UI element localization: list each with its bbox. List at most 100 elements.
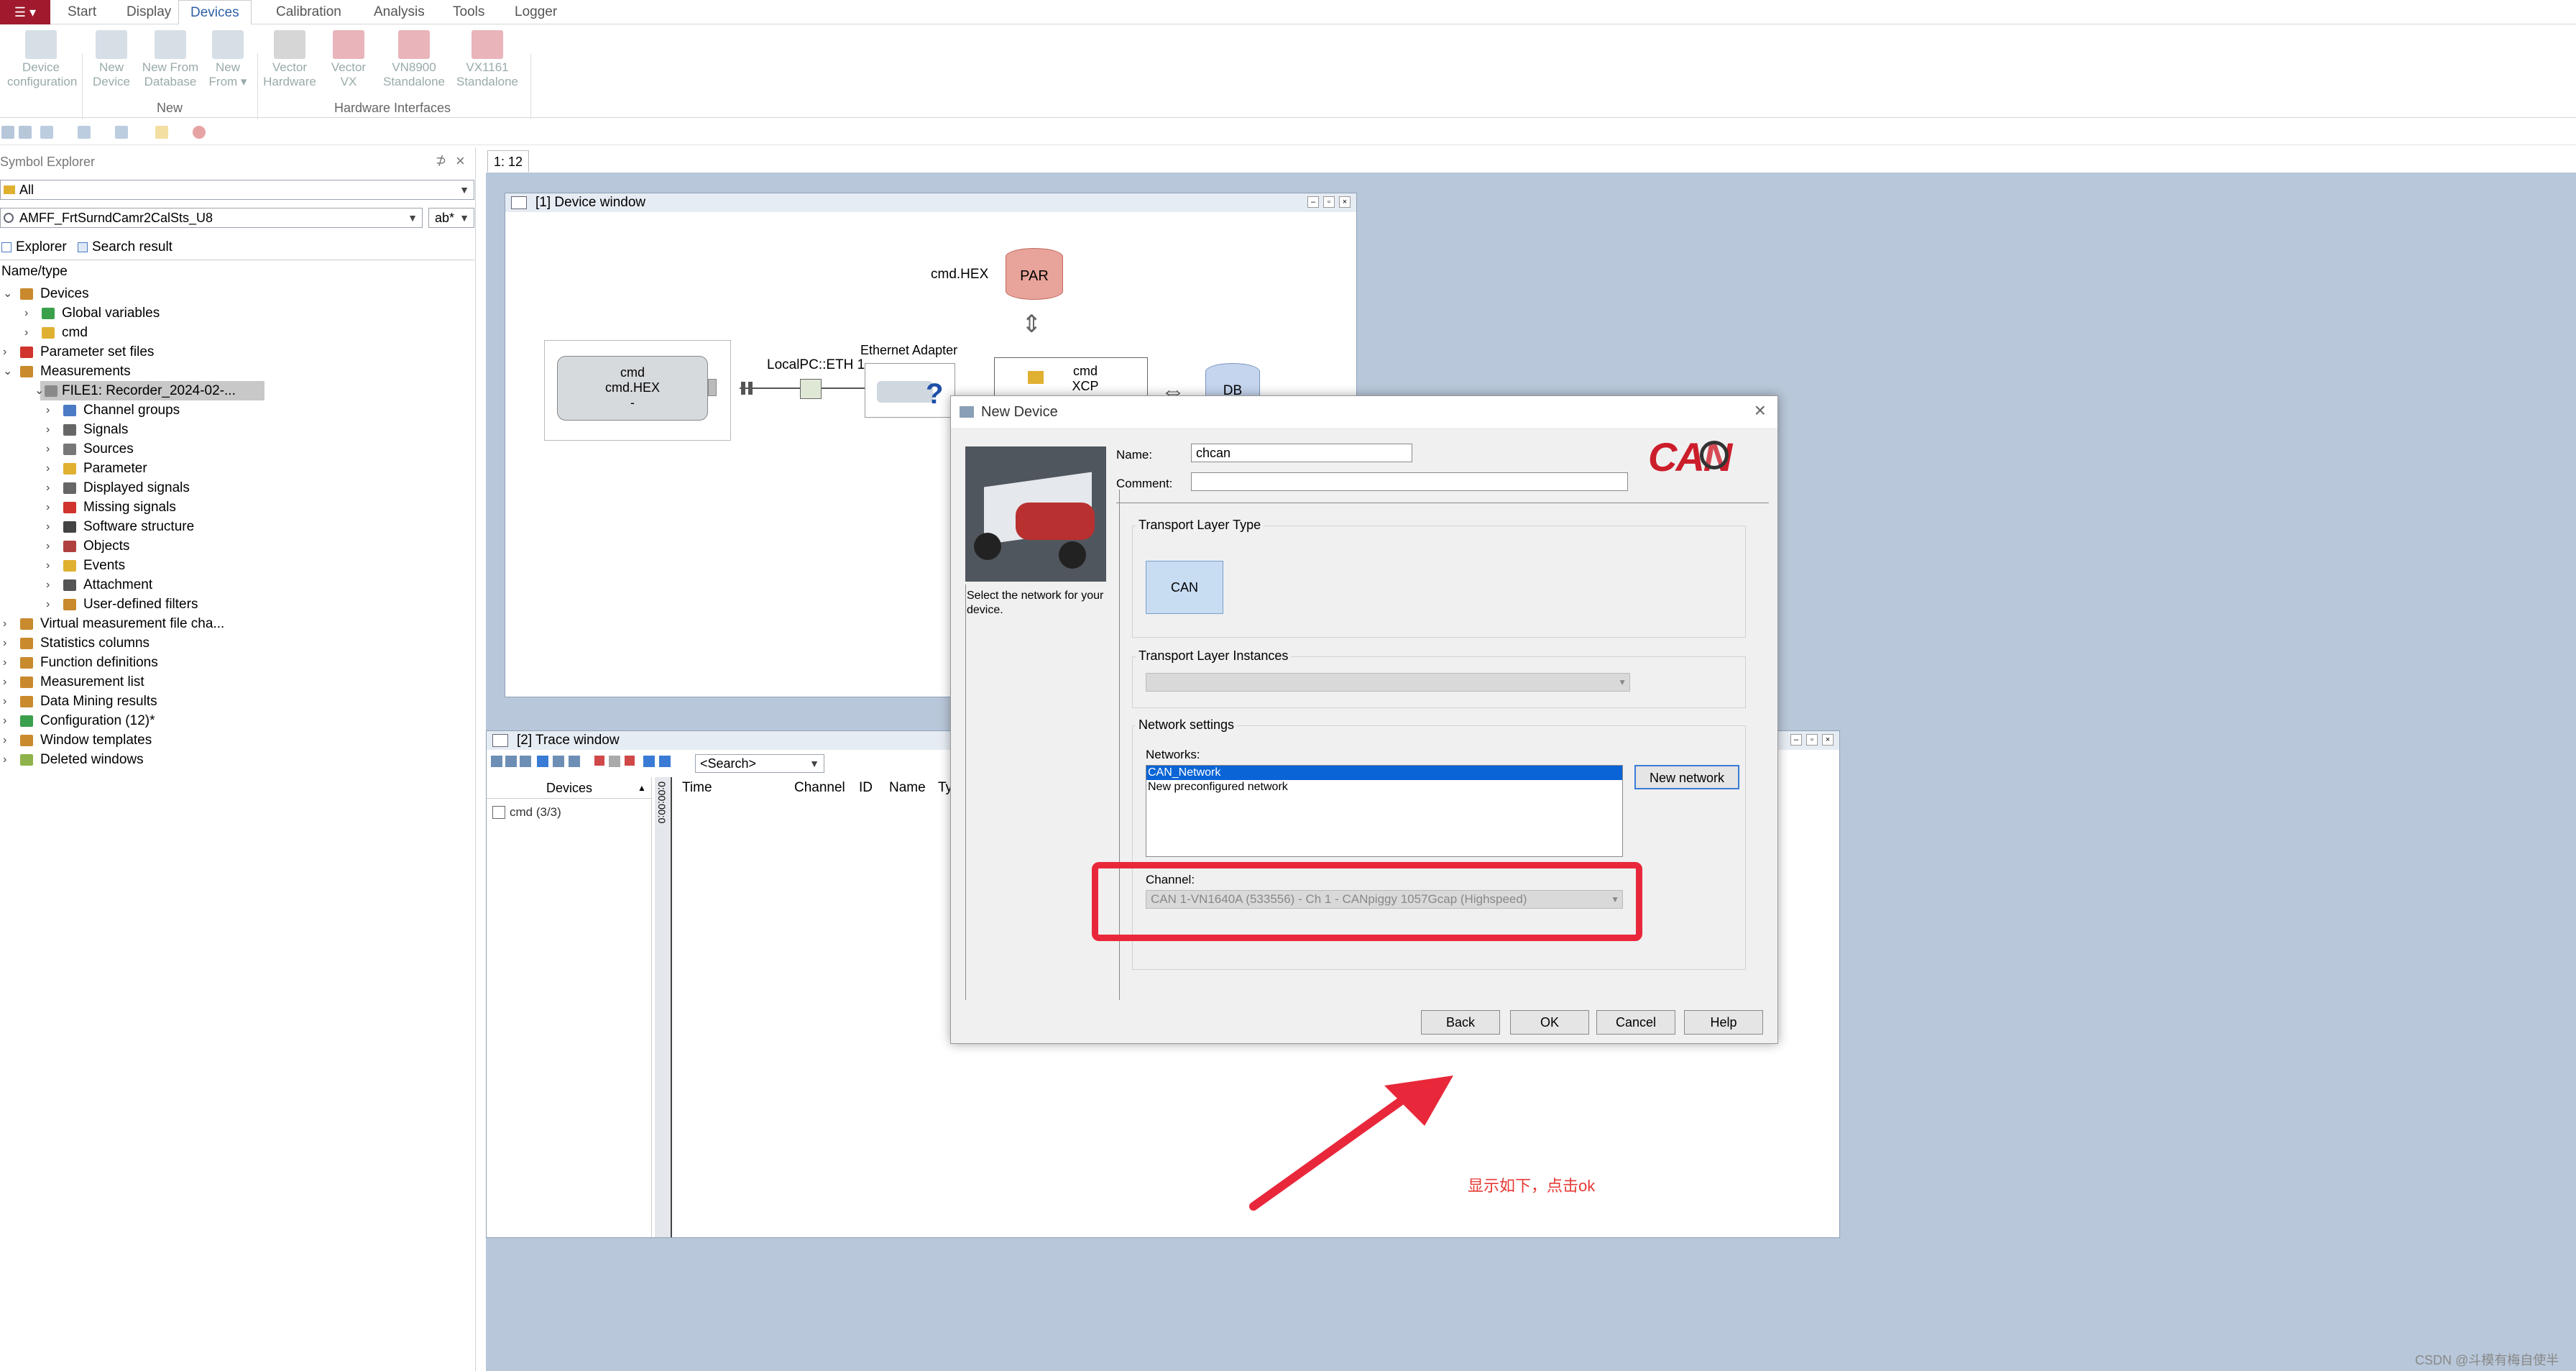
bulb-icon[interactable] [155,126,168,139]
vector-vx-button[interactable]: Vector VX [322,27,375,89]
minimize-button[interactable]: – [1307,196,1319,208]
tree-item[interactable]: › Events [0,556,474,575]
app-menu-button[interactable]: ☰ ▾ [0,0,50,24]
chevron-right-icon[interactable]: › [24,323,28,342]
transport-can-button[interactable]: CAN [1146,561,1223,614]
network-item-preconfigured[interactable]: New preconfigured network [1146,780,1622,794]
toolbar-icon[interactable] [505,756,517,767]
tree-item[interactable]: › Software structure [0,517,474,536]
chevron-right-icon[interactable]: › [3,342,6,362]
document-tab[interactable]: 1: 12 [487,150,530,172]
chevron-right-icon[interactable]: › [46,575,50,595]
tree-item[interactable]: ⌄ Devices [0,284,474,303]
toolbar-icon[interactable] [643,756,655,767]
tab-logger[interactable]: Logger [515,0,557,24]
network-item-can-network[interactable]: CAN_Network [1146,766,1622,780]
pin-icon[interactable]: ⊅ [436,153,446,168]
chevron-right-icon[interactable]: › [46,517,50,536]
toolbar-icon[interactable] [537,756,548,767]
collapse-icon[interactable]: ▲ [638,777,646,799]
tab-display[interactable]: Display [126,0,171,24]
vx1161-standalone-button[interactable]: VX1161 Standalone [454,27,520,89]
trace-search-input[interactable]: <Search> ▼ [695,754,824,773]
filter-combo[interactable]: All ▼ [0,180,474,200]
tree-item[interactable]: › cmd [0,323,474,342]
record-icon[interactable] [193,126,206,139]
chevron-right-icon[interactable]: › [3,711,6,730]
help-button[interactable]: Help [1684,1010,1763,1035]
tree-item[interactable]: › Attachment [0,575,474,595]
cancel-button[interactable]: Cancel [1596,1010,1675,1035]
vector-hardware-button[interactable]: Vector Hardware [263,27,316,89]
tab-start[interactable]: Start [68,0,96,24]
toolbar-icon[interactable] [491,756,502,767]
networks-list[interactable]: CAN_Network New preconfigured network [1146,765,1623,857]
toolbar-icon[interactable] [569,756,580,767]
chevron-right-icon[interactable]: › [46,459,50,478]
restore-button[interactable]: ▫ [1323,196,1335,208]
tree-item[interactable]: › Measurement list [0,672,474,692]
col-time[interactable]: Time [682,777,712,799]
tree-item[interactable]: ⌄ FILE1: Recorder_2024-02-... [34,381,264,400]
tree-item[interactable]: › Function definitions [0,653,474,672]
back-button[interactable]: Back [1421,1010,1500,1035]
tree-item[interactable]: › Parameter [0,459,474,478]
stop-icon[interactable] [594,756,604,766]
redo-icon[interactable] [78,126,91,139]
toolbar-icon[interactable] [553,756,564,767]
close-button[interactable]: × [1339,196,1351,208]
chevron-right-icon[interactable]: › [46,595,50,614]
vn8900-standalone-button[interactable]: VN8900 Standalone [381,27,447,89]
col-name[interactable]: Name [889,777,926,799]
toolbar-icon[interactable] [609,756,620,767]
stop-icon[interactable] [625,756,635,766]
tree-item[interactable]: › Virtual measurement file cha... [0,614,474,633]
chevron-right-icon[interactable]: › [3,750,6,769]
chevron-right-icon[interactable]: › [3,633,6,653]
device-item-cmd[interactable]: cmd (3/3) [492,806,561,819]
chevron-down-icon[interactable]: ⌄ [3,362,12,381]
chevron-right-icon[interactable]: › [3,672,6,692]
toolbar-icon[interactable] [659,756,671,767]
tree-item[interactable]: › Channel groups [0,400,474,420]
close-button[interactable]: × [1822,734,1834,746]
chevron-right-icon[interactable]: › [3,692,6,711]
close-icon[interactable]: × [456,152,465,170]
tree-item[interactable]: › Statistics columns [0,633,474,653]
open-icon[interactable] [1,126,14,139]
name-input[interactable]: chcan [1191,444,1412,462]
chevron-right-icon[interactable]: › [46,556,50,575]
tab-search-result[interactable]: Search result [75,238,172,257]
undo-icon[interactable] [40,126,53,139]
chevron-right-icon[interactable]: › [46,536,50,556]
new-network-button[interactable]: New network [1634,765,1739,789]
tab-explorer[interactable]: Explorer [0,238,67,257]
chevron-down-icon[interactable]: ⌄ [34,381,44,400]
minimize-button[interactable]: – [1790,734,1802,746]
search-input[interactable]: AMFF_FrtSurndCamr2CalSts_U8 ▼ [0,208,423,228]
tree-item[interactable]: › Global variables [0,303,474,323]
close-icon[interactable]: × [1754,399,1766,422]
restore-button[interactable]: ▫ [1806,734,1818,746]
chevron-right-icon[interactable]: › [24,303,28,323]
chevron-right-icon[interactable]: › [46,400,50,420]
save-icon[interactable] [19,126,32,139]
search-mode-button[interactable]: ab* ▼ [428,208,474,228]
toolbar-icon[interactable] [520,756,531,767]
device-configuration-button[interactable]: Device configuration [7,27,77,89]
tree-item[interactable]: › Signals [0,420,474,439]
tab-analysis[interactable]: Analysis [374,0,425,24]
tab-tools[interactable]: Tools [453,0,484,24]
ecu-device[interactable]: cmd cmd.HEX - [557,356,708,421]
tab-devices[interactable]: Devices [178,0,252,24]
ethernet-adapter[interactable]: ? [865,363,955,418]
chevron-right-icon[interactable]: › [3,614,6,633]
new-from-database-button[interactable]: New From Database [138,27,203,89]
tree-item[interactable]: › Parameter set files [0,342,474,362]
chevron-right-icon[interactable]: › [46,420,50,439]
chevron-right-icon[interactable]: › [46,439,50,459]
col-channel[interactable]: Channel [794,777,845,799]
chevron-down-icon[interactable]: ⌄ [3,284,12,303]
ok-button[interactable]: OK [1510,1010,1589,1035]
checkbox[interactable] [492,806,505,819]
